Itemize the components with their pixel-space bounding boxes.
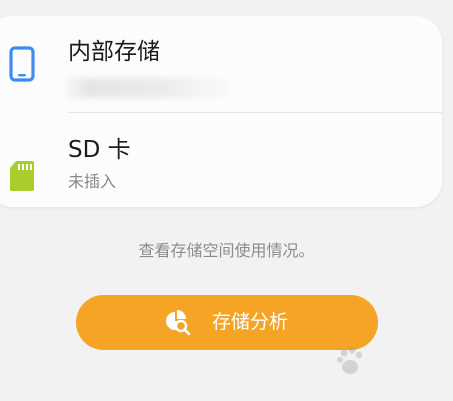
storage-analysis-button[interactable]: 存储分析 xyxy=(76,295,378,350)
sd-card-icon xyxy=(9,160,35,196)
sd-card-status: 未插入 xyxy=(68,172,117,191)
phone-icon xyxy=(9,46,35,86)
storage-analysis-label: 存储分析 xyxy=(212,311,289,333)
internal-storage-usage-redacted xyxy=(62,78,232,98)
sd-card-title: SD 卡 xyxy=(68,137,131,163)
watermark-paw-icon xyxy=(334,345,368,383)
storage-card: 内部存储 SD 卡 未插入 xyxy=(0,16,442,207)
storage-analysis-icon xyxy=(164,309,192,341)
storage-usage-hint: 查看存储空间使用情况。 xyxy=(138,241,315,260)
internal-storage-title: 内部存储 xyxy=(68,39,160,65)
sd-card-row[interactable]: SD 卡 未插入 xyxy=(0,112,442,207)
internal-storage-row[interactable]: 内部存储 xyxy=(0,16,442,112)
